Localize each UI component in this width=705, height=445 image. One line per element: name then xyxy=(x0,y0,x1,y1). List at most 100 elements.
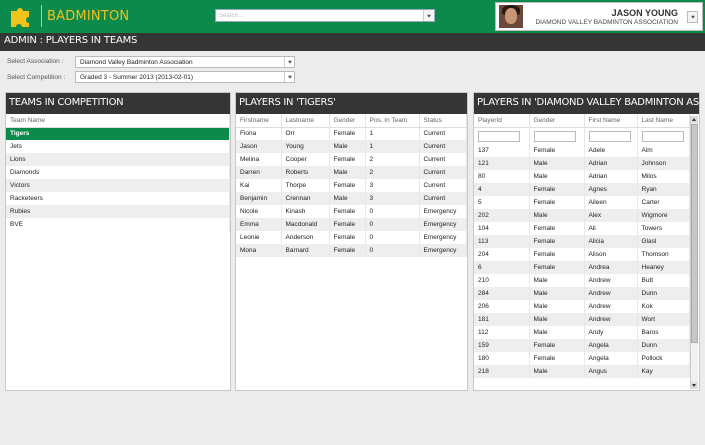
player-row[interactable]: Jason Young Male 1 Current xyxy=(236,140,467,153)
table-cell: Mona xyxy=(236,244,282,257)
arrow-down-icon xyxy=(692,384,696,387)
table-cell: 5 xyxy=(474,196,530,209)
column-header[interactable]: Last Name xyxy=(637,114,690,128)
table-cell: 1 xyxy=(365,140,420,153)
vertical-scrollbar[interactable] xyxy=(690,116,698,389)
table-cell: 3 xyxy=(365,192,420,205)
logo-divider xyxy=(41,5,42,27)
table-cell: Aileen xyxy=(584,196,638,209)
association-player-row[interactable]: 218 Male Angus Kay xyxy=(474,365,690,378)
team-name-cell: Diamonds xyxy=(6,166,230,179)
association-value: Diamond Valley Badminton Association xyxy=(80,59,193,66)
column-filter-input[interactable] xyxy=(533,130,576,142)
team-row[interactable]: Tigers xyxy=(6,127,230,140)
player-row[interactable]: Nicole Kinash Female 0 Emergency xyxy=(236,205,467,218)
team-row[interactable]: Diamonds xyxy=(6,166,230,179)
table-cell: Female xyxy=(529,222,585,235)
table-cell: 2 xyxy=(365,153,420,166)
table-cell: Adrian xyxy=(584,157,638,170)
player-row[interactable]: Leonie Anderson Female 0 Emergency xyxy=(236,231,467,244)
puzzle-logo-icon xyxy=(11,8,29,27)
table-cell: Carter xyxy=(637,196,690,209)
team-row[interactable]: Rubies xyxy=(6,205,230,218)
table-cell: 210 xyxy=(474,274,530,287)
association-player-row[interactable]: 4 Female Agnes Ryan xyxy=(474,183,690,196)
table-cell: Male xyxy=(529,209,585,222)
table-cell: Female xyxy=(529,196,585,209)
table-cell: Kay xyxy=(637,365,690,378)
column-header[interactable]: PlayerId xyxy=(474,114,530,128)
column-header[interactable]: Lastname xyxy=(281,114,330,128)
team-players-table: Firstname Lastname Gender Pos. In Team Statu… xyxy=(236,114,467,257)
association-player-row[interactable]: 206 Male Andrew Kok xyxy=(474,300,690,313)
association-player-row[interactable]: 210 Male Andrew Butt xyxy=(474,274,690,287)
player-row[interactable]: Emma Macdonald Female 0 Emergency xyxy=(236,218,467,231)
column-header[interactable]: Pos. In Team xyxy=(365,114,420,128)
competition-dropdown-button[interactable] xyxy=(284,72,294,82)
search-input[interactable] xyxy=(216,10,423,21)
association-player-row[interactable]: 5 Female Aileen Carter xyxy=(474,196,690,209)
association-player-row[interactable]: 6 Female Andrea Heaney xyxy=(474,261,690,274)
association-player-row[interactable]: 284 Male Andrew Dunn xyxy=(474,287,690,300)
column-filter-input[interactable] xyxy=(588,130,631,142)
association-player-row[interactable]: 113 Female Alicia Glasl xyxy=(474,235,690,248)
player-row[interactable]: Darren Roberts Male 2 Current xyxy=(236,166,467,179)
association-player-row[interactable]: 121 Male Adrian Johnson xyxy=(474,157,690,170)
table-cell: Kai xyxy=(236,179,282,192)
table-cell: Cooper xyxy=(281,153,330,166)
column-header[interactable]: Gender xyxy=(329,114,366,128)
filter-cell xyxy=(637,127,690,144)
column-filter-input[interactable] xyxy=(641,130,684,142)
user-menu-dropdown-button[interactable] xyxy=(687,11,698,23)
association-player-row[interactable]: 80 Male Adrian Milos xyxy=(474,170,690,183)
scroll-down-button[interactable] xyxy=(691,382,698,389)
team-row[interactable]: Jets xyxy=(6,140,230,153)
player-row[interactable]: Melina Cooper Female 2 Current xyxy=(236,153,467,166)
association-player-row[interactable]: 181 Male Andrew Wort xyxy=(474,313,690,326)
association-player-row[interactable]: 159 Female Angela Dunn xyxy=(474,339,690,352)
search-dropdown-button[interactable] xyxy=(423,10,434,21)
table-cell: 204 xyxy=(474,248,530,261)
user-menu[interactable]: JASON YOUNG DIAMOND VALLEY BADMINTON ASS… xyxy=(495,2,703,31)
filter-cell xyxy=(584,127,638,144)
table-cell: 137 xyxy=(474,144,530,157)
table-cell: Crennan xyxy=(281,192,330,205)
table-cell: Female xyxy=(529,261,585,274)
player-row[interactable]: Benjamin Crennan Male 3 Current xyxy=(236,192,467,205)
association-player-row[interactable]: 137 Female Adele Alm xyxy=(474,144,690,157)
player-row[interactable]: Mona Barnard Female 0 Emergency xyxy=(236,244,467,257)
team-row[interactable]: Racketeers xyxy=(6,192,230,205)
team-row[interactable]: BVE xyxy=(6,218,230,231)
table-cell: Female xyxy=(529,339,585,352)
competition-select[interactable]: Graded 3 - Summer 2013 (2013-02-01) xyxy=(75,71,295,83)
association-player-row[interactable]: 202 Male Alex Wigmore xyxy=(474,209,690,222)
scroll-thumb[interactable] xyxy=(691,124,698,343)
column-header[interactable]: First Name xyxy=(584,114,638,128)
search-box[interactable] xyxy=(215,9,435,22)
column-filter-input[interactable] xyxy=(478,130,520,142)
column-header[interactable]: Firstname xyxy=(236,114,282,128)
team-row[interactable]: Victors xyxy=(6,179,230,192)
table-cell: Angela xyxy=(584,352,638,365)
brand-name: BADMINTON xyxy=(47,9,130,24)
association-dropdown-button[interactable] xyxy=(284,57,294,67)
association-player-row[interactable]: 180 Female Angela Pollock xyxy=(474,352,690,365)
top-bar: BADMINTON JASON YOUNG DIAMOND VALLEY BAD… xyxy=(0,0,705,33)
table-cell: Female xyxy=(529,235,585,248)
team-name-column-header[interactable]: Team Name xyxy=(6,114,230,128)
table-cell: 284 xyxy=(474,287,530,300)
table-cell: Emergency xyxy=(419,218,467,231)
association-player-row[interactable]: 112 Male Andy Baros xyxy=(474,326,690,339)
table-cell: Emergency xyxy=(419,231,467,244)
association-player-row[interactable]: 204 Female Alison Thomson xyxy=(474,248,690,261)
team-row[interactable]: Lions xyxy=(6,153,230,166)
association-select[interactable]: Diamond Valley Badminton Association xyxy=(75,56,295,68)
table-cell: 181 xyxy=(474,313,530,326)
player-row[interactable]: Kai Thorpe Female 3 Current xyxy=(236,179,467,192)
table-cell: Female xyxy=(329,153,366,166)
column-header[interactable]: Status xyxy=(419,114,467,128)
association-player-row[interactable]: 104 Female Ali Towers xyxy=(474,222,690,235)
scroll-up-button[interactable] xyxy=(691,116,698,123)
column-header[interactable]: Gender xyxy=(529,114,585,128)
player-row[interactable]: Fiona Orr Female 1 Current xyxy=(236,127,467,140)
